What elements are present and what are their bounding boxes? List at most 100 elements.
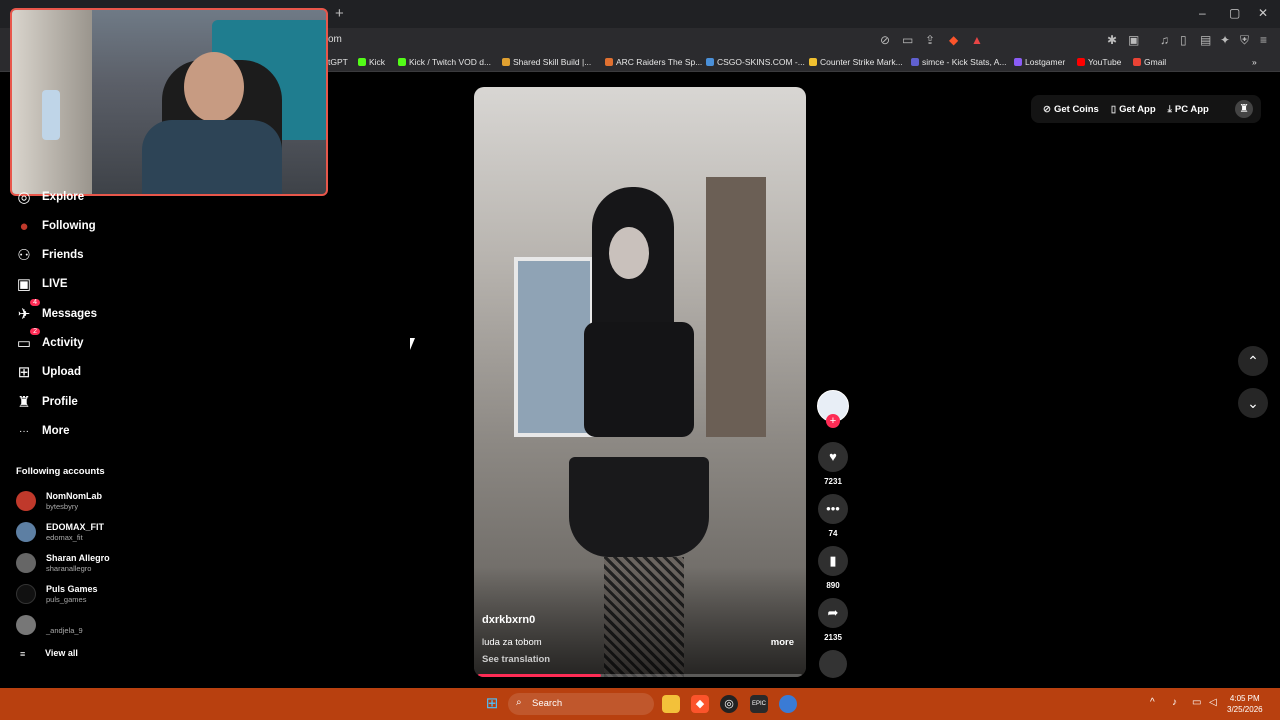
sidebar-item-messages[interactable]: ✈ 4 Messages <box>14 299 97 325</box>
brave-rewards-icon[interactable]: ▲ <box>971 33 983 47</box>
leo-ai-icon[interactable]: ✦ <box>1220 33 1230 47</box>
display-icon[interactable]: ▭ <box>1192 697 1201 708</box>
sidebar-item-label: Friends <box>42 249 84 261</box>
avatar <box>16 553 36 573</box>
avatar <box>16 522 36 542</box>
sidebar-item-more[interactable]: ··· More <box>14 420 69 442</box>
share-action[interactable]: ➦ 2135 <box>816 598 850 642</box>
video-scene-window <box>514 257 594 437</box>
get-coins-button[interactable]: ⊘ Get Coins <box>1043 104 1099 115</box>
sidebar-item-label: Activity <box>42 337 84 349</box>
view-all-link[interactable]: View all <box>45 648 78 658</box>
settings-gear-icon[interactable] <box>779 695 797 713</box>
account-handle: puls_games <box>46 595 87 604</box>
steam-icon[interactable]: ◎ <box>720 695 738 713</box>
new-tab-button[interactable]: + <box>335 5 344 22</box>
more-icon: ··· <box>19 425 29 437</box>
follow-plus-icon[interactable]: + <box>826 414 840 428</box>
like-action[interactable]: ♥ 7231 <box>816 442 850 486</box>
media-icon[interactable]: ♫ <box>1160 33 1169 47</box>
file-explorer-icon[interactable] <box>662 695 680 713</box>
compass-icon: ◎ <box>17 189 31 206</box>
sidebar-item-explore[interactable]: ◎ Explore <box>14 186 84 208</box>
sidebar-item-label: Explore <box>42 191 85 203</box>
profile-avatar-icon[interactable]: ♜ <box>1235 100 1253 118</box>
tab-search-icon[interactable]: ▣ <box>1128 33 1139 47</box>
sidebar-item-label: Profile <box>42 396 78 408</box>
account-handle: _andjela_9 <box>46 626 83 635</box>
get-app-button[interactable]: ▯ Get App <box>1111 104 1156 115</box>
microphone-icon[interactable]: ♪ <box>1172 697 1177 708</box>
sidebar-item-live[interactable]: ▣ LIVE <box>14 273 68 295</box>
bookmark-item[interactable]: Gmail <box>1133 57 1166 67</box>
account-name: NomNomLab <box>46 491 102 501</box>
sidebar-item-profile[interactable]: ♜ Profile <box>14 391 78 413</box>
account-name: Puls Games <box>46 584 98 594</box>
pc-app-button[interactable]: ⤓ PC App <box>1168 104 1209 115</box>
bookmark-icon[interactable]: ▮ <box>818 546 848 576</box>
bookmark-item[interactable]: CSGO-SKINS.COM -... <box>706 57 805 67</box>
video-scene-shelf <box>706 177 766 437</box>
sidebar-item-label: Messages <box>42 308 97 320</box>
epic-games-icon[interactable]: EPIC <box>750 695 768 713</box>
comment-count: 74 <box>828 529 838 538</box>
maximize-icon[interactable]: ▢ <box>1229 6 1240 20</box>
no-translate-icon[interactable]: ⊘ <box>880 33 890 47</box>
video-author[interactable]: dxrkbxrn0 <box>482 614 535 626</box>
brave-shield-icon[interactable]: ◆ <box>949 33 958 47</box>
bookmark-item[interactable]: Kick <box>358 57 385 67</box>
bookmark-item[interactable]: tGPT <box>328 57 348 67</box>
bookmark-item[interactable]: ARC Raiders The Sp... <box>605 57 702 67</box>
following-avatar-icon: ● <box>19 217 29 235</box>
bookmark-item[interactable]: Shared Skill Build |... <box>502 57 591 67</box>
close-icon[interactable]: ✕ <box>1258 6 1268 20</box>
music-disc-icon[interactable] <box>819 650 847 678</box>
save-action[interactable]: ▮ 890 <box>816 546 850 590</box>
taskbar-search[interactable]: ⌕ Search <box>508 693 654 715</box>
taskbar-clock[interactable]: 4:05 PM 3/25/2026 <box>1227 693 1263 715</box>
account-handle: bytesbyry <box>46 502 79 511</box>
chevron-up-icon[interactable]: ⌃ <box>1238 346 1268 376</box>
bookmark-item[interactable]: Kick / Twitch VOD d... <box>398 57 491 67</box>
vpn-icon[interactable]: ⛨ <box>1240 33 1249 48</box>
volume-icon[interactable]: ◁ <box>1209 697 1217 708</box>
sidebar-toggle-icon[interactable]: ▯ <box>1180 33 1187 47</box>
bookmark-item[interactable]: simce - Kick Stats, A... <box>911 57 1007 67</box>
sidebar-item-label: Following <box>42 220 96 232</box>
url-text[interactable]: om <box>328 34 342 45</box>
bookmark-item[interactable]: YouTube <box>1077 57 1121 67</box>
comment-icon[interactable]: ••• <box>818 494 848 524</box>
menu-icon[interactable]: ≡ <box>1260 33 1267 47</box>
sidebar-item-following[interactable]: ● Following <box>14 215 96 237</box>
see-translation-button[interactable]: See translation <box>482 654 550 665</box>
share-arrow-icon[interactable]: ➦ <box>818 598 848 628</box>
video-player[interactable]: dxrkbxrn0 luda za tobom more See transla… <box>474 87 806 677</box>
sidebar-item-upload[interactable]: ⊞ Upload <box>14 361 81 383</box>
sidebar-item-friends[interactable]: ⚇ Friends <box>14 244 84 266</box>
bookmark-item[interactable]: Counter Strike Mark... <box>809 57 903 67</box>
bookmark-item[interactable]: Lostgamer <box>1014 57 1065 67</box>
webcam-overlay <box>10 8 328 196</box>
video-more-button[interactable]: more <box>771 637 794 648</box>
avatar <box>16 615 36 635</box>
bookmarks-overflow-icon[interactable]: » <box>1252 57 1257 67</box>
minimize-icon[interactable]: – <box>1199 6 1206 20</box>
chevron-down-icon[interactable]: ⌄ <box>1238 388 1268 418</box>
heart-icon[interactable]: ♥ <box>818 442 848 472</box>
sidebar-item-label: LIVE <box>42 278 68 290</box>
live-icon: ▣ <box>16 276 32 293</box>
share-icon[interactable]: ⇪ <box>925 33 935 47</box>
friends-icon: ⚇ <box>17 247 31 264</box>
windows-start-icon[interactable]: ⊞ <box>483 695 501 713</box>
chevron-up-tray-icon[interactable]: ^ <box>1150 697 1155 708</box>
comment-action[interactable]: ••• 74 <box>816 494 850 538</box>
video-progress-bar[interactable] <box>478 674 802 677</box>
extensions-icon[interactable]: ✱ <box>1107 33 1117 47</box>
windows-taskbar: ⊞ ⌕ Search ◆ ◎ EPIC ^ ♪ ▭ ◁ 4:05 PM 3/25… <box>0 688 1280 720</box>
list-icon: ≡ <box>20 649 26 659</box>
wallet-icon[interactable]: ▤ <box>1200 33 1211 47</box>
cast-icon[interactable]: ▭ <box>902 33 913 47</box>
pc-app-label: PC App <box>1174 103 1209 115</box>
sidebar-item-activity[interactable]: ▭ 2 Activity <box>14 328 84 354</box>
brave-browser-icon[interactable]: ◆ <box>691 695 709 713</box>
